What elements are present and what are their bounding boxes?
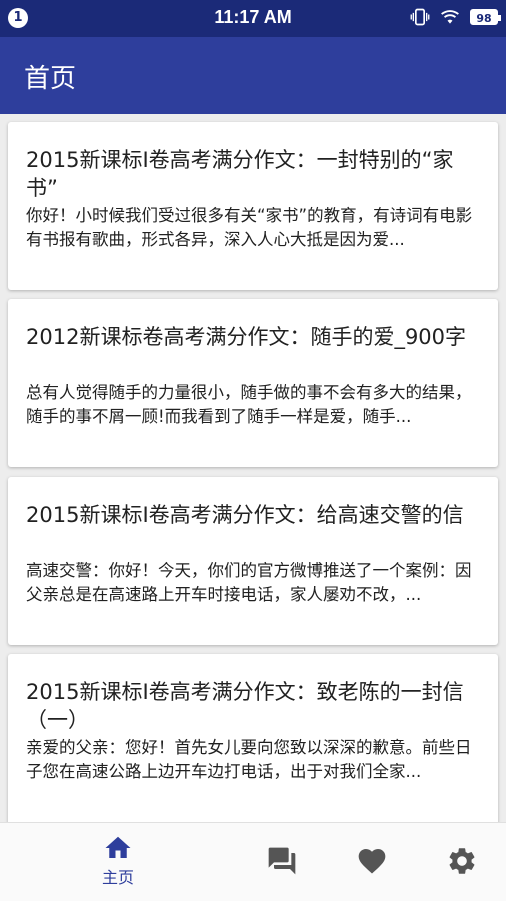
heart-icon xyxy=(358,849,386,874)
wifi-icon xyxy=(441,10,459,24)
article-card[interactable]: 2015新课标I卷高考满分作文：致老陈的一封信（一） 亲爱的父亲：您好！首先女儿… xyxy=(8,654,498,822)
article-title: 2015新课标I卷高考满分作文：致老陈的一封信（一） xyxy=(26,680,464,732)
nav-messages[interactable] xyxy=(258,823,306,901)
settings-gear-icon xyxy=(449,848,475,874)
article-card[interactable]: 2015新课标I卷高考满分作文：给高速交警的信 高速交警：你好！今天，你们的官方… xyxy=(8,477,498,645)
article-summary: 亲爱的父亲：您好！首先女儿要向您致以深深的歉意。前些日子您在高速公路上边开车边打… xyxy=(26,738,472,781)
article-summary: 总有人觉得随手的力量很小，随手做的事不会有多大的结果，随手的事不屑一顾!而我看到… xyxy=(26,383,472,426)
app-bar: 首页 xyxy=(0,37,506,114)
article-card[interactable]: 2015新课标I卷高考满分作文：一封特别的“家书” 你好！小时候我们受过很多有关… xyxy=(8,122,498,290)
article-card[interactable]: 2012新课标卷高考满分作文：随手的爱_900字 总有人觉得随手的力量很小，随手… xyxy=(8,299,498,467)
bottom-navigation: 主页 xyxy=(0,822,506,901)
chat-icon xyxy=(268,847,296,875)
nav-favorites[interactable] xyxy=(348,823,396,901)
article-summary: 高速交警：你好！今天，你们的官方微博推送了一个案例：因父亲总是在高速路上开车时接… xyxy=(26,561,472,604)
article-feed[interactable]: 2015新课标I卷高考满分作文：一封特别的“家书” 你好！小时候我们受过很多有关… xyxy=(0,114,506,822)
article-title: 2012新课标卷高考满分作文：随手的爱_900字 xyxy=(26,325,467,349)
nav-settings[interactable] xyxy=(438,823,486,901)
nav-home-label: 主页 xyxy=(101,868,134,887)
article-summary: 你好！小时候我们受过很多有关“家书”的教育，有诗词有电影有书报有歌曲，形式各异，… xyxy=(26,206,473,249)
nav-home[interactable]: 主页 xyxy=(78,823,158,901)
article-title: 2015新课标I卷高考满分作文：给高速交警的信 xyxy=(26,503,464,527)
page-title: 首页 xyxy=(24,64,77,94)
status-bar: 1 11:17 AM 98 xyxy=(0,0,506,37)
status-indicators: 98 xyxy=(410,7,501,27)
battery-indicator: 98 xyxy=(470,9,501,25)
home-icon xyxy=(105,836,131,858)
article-title: 2015新课标I卷高考满分作文：一封特别的“家书” xyxy=(26,148,454,200)
vibrate-icon xyxy=(410,8,430,26)
